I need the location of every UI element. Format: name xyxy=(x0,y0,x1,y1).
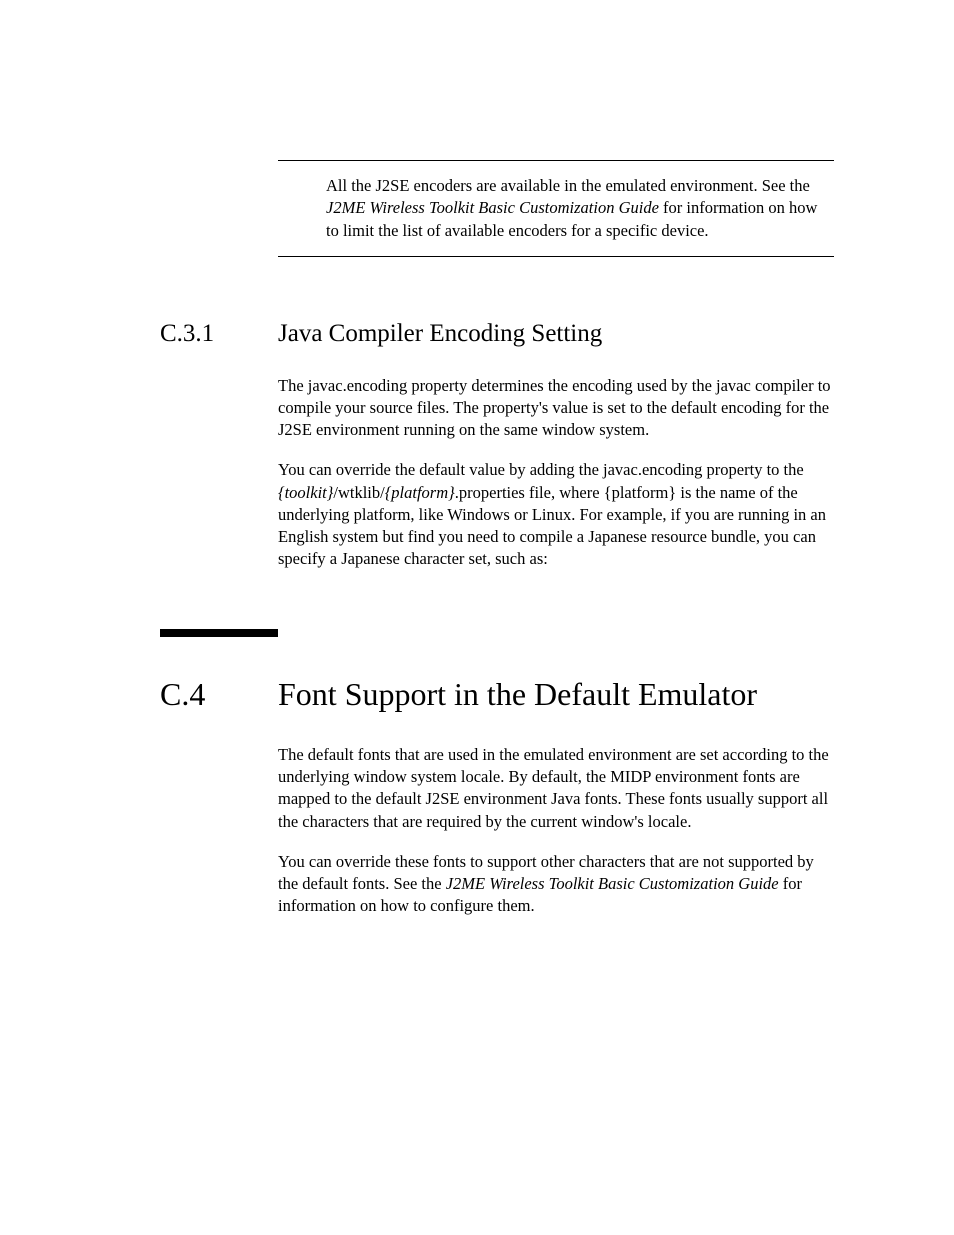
document-page: All the J2SE encoders are available in t… xyxy=(0,0,954,936)
section-number: C.3.1 xyxy=(160,317,278,351)
placeholder-toolkit: {toolkit} xyxy=(278,483,333,502)
text-run: /wtklib/ xyxy=(333,483,384,502)
section-number: C.4 xyxy=(160,673,278,716)
note-paragraph: All the J2SE encoders are available in t… xyxy=(326,175,834,242)
note-italic-title: J2ME Wireless Toolkit Basic Customizatio… xyxy=(326,198,659,217)
paragraph-c31-2: You can override the default value by ad… xyxy=(278,459,834,570)
paragraph-c4-1: The default fonts that are used in the e… xyxy=(278,744,834,833)
placeholder-platform: {platform} xyxy=(385,483,455,502)
section-divider-bar xyxy=(160,629,278,637)
section-title: Font Support in the Default Emulator xyxy=(278,673,757,716)
text-run: You can override the default value by ad… xyxy=(278,460,804,479)
italic-title: J2ME Wireless Toolkit Basic Customizatio… xyxy=(446,874,779,893)
section-title: Java Compiler Encoding Setting xyxy=(278,317,602,351)
section-heading-c31: C.3.1 Java Compiler Encoding Setting xyxy=(160,317,834,351)
note-text-prefix: All the J2SE encoders are available in t… xyxy=(326,176,810,195)
paragraph-c31-1: The javac.encoding property determines t… xyxy=(278,375,834,442)
section-heading-c4: C.4 Font Support in the Default Emulator xyxy=(160,673,834,716)
paragraph-c4-2: You can override these fonts to support … xyxy=(278,851,834,918)
note-block: All the J2SE encoders are available in t… xyxy=(278,160,834,257)
